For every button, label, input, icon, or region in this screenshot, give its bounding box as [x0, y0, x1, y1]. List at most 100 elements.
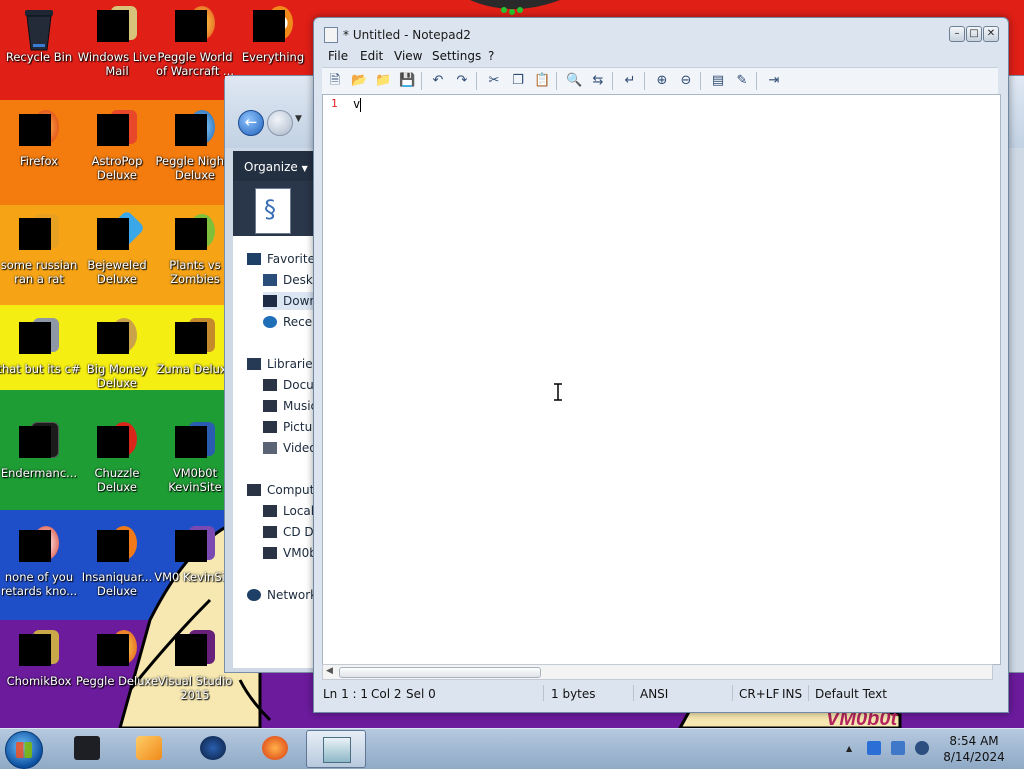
- forward-arrow-icon[interactable]: [267, 110, 293, 136]
- taskbar-button-media-center[interactable]: [184, 730, 242, 766]
- replace-icon[interactable]: ⇆: [590, 73, 606, 89]
- horizontal-scrollbar[interactable]: ◀: [322, 664, 993, 680]
- big-money-icon: [97, 318, 137, 358]
- nav-recent-places[interactable]: Recent Places: [263, 313, 319, 331]
- undo-icon[interactable]: ↶: [430, 73, 446, 89]
- desktop-icon-endermanc[interactable]: Endermanc...: [0, 422, 81, 480]
- status-line-ending[interactable]: CR+LF: [739, 687, 779, 701]
- desktop-icon-chomikbox[interactable]: ChomikBox: [0, 630, 81, 688]
- nav-pictures[interactable]: Pictures: [263, 418, 319, 436]
- maximize-button[interactable]: □: [966, 26, 982, 42]
- recent-pages-dropdown-icon[interactable]: ▼: [295, 114, 302, 124]
- status-selection: Sel 0: [406, 687, 436, 701]
- desktop-icon-peggle-deluxe[interactable]: Peggle Deluxe: [75, 630, 159, 688]
- desktop-icon-chuzzle[interactable]: Chuzzle Deluxe: [75, 422, 159, 494]
- everything-icon: [253, 6, 293, 46]
- nav-videos[interactable]: Videos: [263, 439, 319, 457]
- save-icon[interactable]: 💾: [399, 73, 415, 89]
- desktop-icon-peggle-wow[interactable]: Peggle World of Warcraft ...: [153, 6, 237, 78]
- status-column: Col 2: [371, 687, 402, 701]
- peggle-wow-icon: [175, 6, 215, 46]
- toolbar-separator: [756, 72, 757, 90]
- status-insert-mode[interactable]: INS: [782, 687, 802, 701]
- desktop-icon-everything[interactable]: Everything: [231, 6, 315, 64]
- menu-view[interactable]: View: [394, 49, 422, 63]
- desktop-icon-windows-live-mail[interactable]: Windows Live Mail: [75, 6, 159, 78]
- notepad2-icon: [323, 737, 351, 763]
- exit-icon[interactable]: ⇥: [766, 73, 782, 89]
- scroll-left-arrow-icon[interactable]: ◀: [326, 666, 333, 676]
- scrollbar-thumb[interactable]: [339, 667, 541, 678]
- taskbar-button-firefox[interactable]: [246, 730, 304, 766]
- menu-help[interactable]: ?: [488, 49, 494, 63]
- nav-desktop[interactable]: Desktop: [263, 271, 319, 289]
- menu-settings[interactable]: Settings: [432, 49, 481, 63]
- select-scheme-icon[interactable]: ▤: [710, 73, 726, 89]
- close-button[interactable]: ✕: [983, 26, 999, 42]
- toolbar: 🗎 📂 📁 💾 ↶ ↷ ✂ ❐ 📋 🔍 ⇆ ↵ ⊕ ⊖ ▤ ✎ ⇥: [322, 67, 998, 95]
- nav-documents[interactable]: Documents: [263, 376, 319, 394]
- taskbar-button-media-player[interactable]: [120, 730, 178, 766]
- status-separator: [808, 685, 809, 701]
- menu-file[interactable]: File: [328, 49, 348, 63]
- open-icon[interactable]: 📂: [351, 73, 367, 89]
- desktop-icon-insaniquarium[interactable]: Insaniquar... Deluxe: [75, 526, 159, 598]
- zoom-in-icon[interactable]: ⊕: [654, 73, 670, 89]
- new-icon[interactable]: 🗎: [327, 73, 343, 89]
- find-icon[interactable]: 🔍: [566, 73, 582, 89]
- notepad2-window[interactable]: * Untitled - Notepad2 – □ ✕ File Edit Vi…: [313, 17, 1009, 713]
- desktop-icon-that-but-csharp[interactable]: that but its c#: [0, 318, 81, 376]
- desktop-icon-firefox[interactable]: Firefox: [0, 110, 81, 168]
- minimize-button[interactable]: –: [949, 26, 965, 42]
- shortcut-icon: [19, 318, 59, 358]
- insaniquarium-icon: [97, 526, 137, 566]
- status-separator: [732, 685, 733, 701]
- nav-music[interactable]: Music: [263, 397, 319, 415]
- toolbar-separator: [700, 72, 701, 90]
- organize-button[interactable]: Organize ▼: [244, 160, 308, 174]
- network-drive-icon: [263, 547, 277, 559]
- chevron-down-icon: ▼: [301, 164, 308, 173]
- nav-local-disk[interactable]: Local Disk: [263, 502, 319, 520]
- browse-icon[interactable]: 📁: [375, 73, 391, 89]
- tray-app-icon[interactable]: [867, 741, 881, 755]
- toolbar-separator: [421, 72, 422, 90]
- word-wrap-icon[interactable]: ↵: [622, 73, 638, 89]
- desktop-icon-astropop[interactable]: AstroPop Deluxe: [75, 110, 159, 182]
- copy-icon[interactable]: ❐: [510, 73, 526, 89]
- title-bar[interactable]: * Untitled - Notepad2 – □ ✕: [314, 18, 1008, 46]
- status-line-position: Ln 1 : 1: [323, 687, 369, 701]
- computer-icon: [247, 484, 261, 496]
- nav-downloads[interactable]: Downloads: [263, 292, 319, 310]
- tray-network-icon[interactable]: [891, 741, 905, 755]
- cut-icon[interactable]: ✂: [486, 73, 502, 89]
- desktop-icon-none-of-you[interactable]: none of you retards kno...: [0, 526, 81, 598]
- menu-edit[interactable]: Edit: [360, 49, 383, 63]
- clock[interactable]: 8:54 AM 8/14/2024: [935, 733, 1013, 765]
- cd-drive-icon: [263, 526, 277, 538]
- notepad2-app-icon[interactable]: [324, 27, 338, 43]
- media-player-icon: [136, 736, 162, 760]
- nav-cd-drive[interactable]: CD Drive: [263, 523, 319, 541]
- redo-icon[interactable]: ↷: [454, 73, 470, 89]
- editor-area[interactable]: 1 v: [322, 94, 1001, 665]
- nav-vm0b0t[interactable]: VM0b0t: [263, 544, 319, 562]
- zoom-out-icon[interactable]: ⊖: [678, 73, 694, 89]
- desktop-icon-big-money[interactable]: Big Money Deluxe: [75, 318, 159, 390]
- show-hidden-icons-arrow-icon[interactable]: ▲: [846, 744, 852, 753]
- desktop-icon-russian-rat[interactable]: some russian ran a rat: [0, 214, 81, 286]
- start-button[interactable]: [5, 731, 43, 769]
- status-scheme[interactable]: Default Text: [815, 687, 887, 701]
- status-encoding[interactable]: ANSI: [640, 687, 668, 701]
- taskbar-button-notepad2[interactable]: [306, 730, 366, 768]
- back-arrow-icon[interactable]: ←: [238, 110, 264, 136]
- desktop-icon-recycle-bin[interactable]: Recycle Bin: [0, 6, 81, 64]
- paste-icon[interactable]: 📋: [534, 73, 550, 89]
- firefox-icon: [19, 110, 59, 150]
- tray-volume-icon[interactable]: [915, 741, 929, 755]
- taskbar-button-black-box-app[interactable]: [58, 730, 116, 766]
- music-icon: [263, 400, 277, 412]
- customize-scheme-icon[interactable]: ✎: [734, 73, 750, 89]
- desktop-icon-bejeweled[interactable]: Bejeweled Deluxe: [75, 209, 159, 286]
- script-file-icon[interactable]: [255, 188, 291, 234]
